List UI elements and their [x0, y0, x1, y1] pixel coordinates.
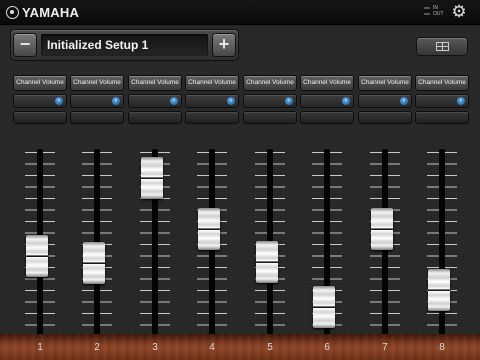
channel-number: 1: [37, 342, 43, 353]
brand-name: YAMAHA: [22, 4, 80, 20]
midi-out-label: OUT: [433, 11, 444, 17]
next-setup-button[interactable]: +: [213, 34, 235, 56]
top-bar: YAMAHA IN OUT ⚙: [0, 0, 480, 25]
channel-parameter-select[interactable]: ›: [244, 95, 296, 107]
channel-strip: Channel Volume ›: [71, 76, 123, 346]
yamaha-tuning-fork-icon: [6, 5, 19, 19]
layout-toggle-button[interactable]: [417, 38, 467, 55]
channel-strip: Channel Volume ›: [14, 76, 66, 346]
channel-parameter-select[interactable]: ›: [359, 95, 411, 107]
chevron-right-icon: ›: [170, 97, 178, 105]
app-window: YAMAHA IN OUT ⚙ − Initialized Setup 1 + …: [0, 0, 480, 360]
setup-name-display[interactable]: Initialized Setup 1: [41, 34, 208, 56]
fader-knob[interactable]: [256, 240, 278, 283]
channel-parameter-label[interactable]: Channel Volume: [186, 76, 238, 90]
channel-blank-button[interactable]: [129, 112, 181, 123]
chevron-right-icon: ›: [457, 97, 465, 105]
fader-knob[interactable]: [26, 234, 48, 277]
channel-parameter-select[interactable]: ›: [416, 95, 468, 107]
channel-number: 3: [152, 342, 158, 353]
channel-strip: Channel Volume ›: [301, 76, 353, 346]
grid-layout-icon: [436, 42, 449, 51]
chevron-right-icon: ›: [285, 97, 293, 105]
channel-parameter-label[interactable]: Channel Volume: [129, 76, 181, 90]
fader-knob[interactable]: [141, 156, 163, 199]
channel-number: 2: [94, 342, 100, 353]
channel-number: 4: [209, 342, 215, 353]
channel-parameter-label[interactable]: Channel Volume: [301, 76, 353, 90]
channel-strip: Channel Volume ›: [129, 76, 181, 346]
channel-number: 6: [324, 342, 330, 353]
channel-parameter-select[interactable]: ›: [129, 95, 181, 107]
fader-knob[interactable]: [371, 207, 393, 250]
chevron-right-icon: ›: [227, 97, 235, 105]
channel-parameter-label[interactable]: Channel Volume: [71, 76, 123, 90]
channel-strip: Channel Volume ›: [186, 76, 238, 346]
chevron-right-icon: ›: [342, 97, 350, 105]
channel-blank-button[interactable]: [416, 112, 468, 123]
channel-number: 8: [439, 342, 445, 353]
setup-selector: − Initialized Setup 1 +: [11, 30, 238, 60]
channel-strip: Channel Volume ›: [244, 76, 296, 346]
channel-blank-button[interactable]: [359, 112, 411, 123]
midi-out-led: [424, 13, 430, 15]
channel-blank-button[interactable]: [244, 112, 296, 123]
chevron-right-icon: ›: [55, 97, 63, 105]
fader-knob[interactable]: [83, 242, 105, 284]
channel-number: 7: [382, 342, 388, 353]
channel-strip: Channel Volume ›: [416, 76, 468, 346]
fader-knob[interactable]: [313, 285, 335, 328]
channel-parameter-label[interactable]: Channel Volume: [244, 76, 296, 90]
previous-setup-button[interactable]: −: [14, 34, 36, 56]
channel-parameter-label[interactable]: Channel Volume: [416, 76, 468, 90]
channel-parameter-select[interactable]: ›: [301, 95, 353, 107]
channel-blank-button[interactable]: [14, 112, 66, 123]
channel-blank-button[interactable]: [71, 112, 123, 123]
chevron-right-icon: ›: [112, 97, 120, 105]
midi-indicator: IN OUT: [424, 5, 444, 17]
channel-parameter-select[interactable]: ›: [14, 95, 66, 107]
channel-number: 5: [267, 342, 273, 353]
chevron-right-icon: ›: [400, 97, 408, 105]
midi-in-led: [424, 7, 430, 9]
channel-blank-button[interactable]: [301, 112, 353, 123]
fader-knob[interactable]: [198, 207, 220, 250]
channel-parameter-label[interactable]: Channel Volume: [14, 76, 66, 90]
channel-blank-button[interactable]: [186, 112, 238, 123]
fader-knob[interactable]: [428, 269, 450, 311]
yamaha-logo: YAMAHA: [6, 4, 80, 20]
channel-parameter-select[interactable]: ›: [71, 95, 123, 107]
wood-panel: [0, 334, 480, 360]
settings-gear-icon[interactable]: ⚙: [450, 3, 468, 21]
channel-strip: Channel Volume ›: [359, 76, 411, 346]
channel-parameter-label[interactable]: Channel Volume: [359, 76, 411, 90]
channel-parameter-select[interactable]: ›: [186, 95, 238, 107]
fader-track[interactable]: [439, 149, 445, 341]
